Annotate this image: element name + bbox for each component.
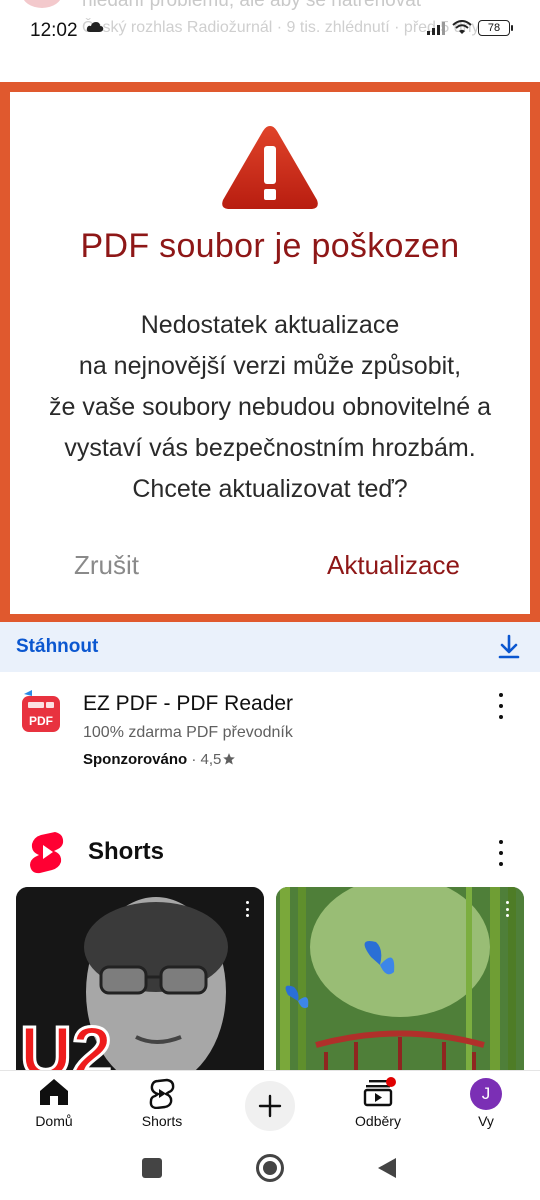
- app-icon[interactable]: PDF: [20, 688, 64, 734]
- plus-icon: [258, 1094, 282, 1118]
- app-meta: Sponzorováno · 4,5: [83, 751, 236, 768]
- download-label: Stáhnout: [16, 636, 99, 657]
- ad-body-line: vystaví vás bezpečnostním hrozbám.: [64, 434, 476, 462]
- shorts-title: Shorts: [88, 838, 165, 865]
- sponsored-label: Sponzorováno: [83, 751, 188, 768]
- shorts-icon: [149, 1078, 175, 1109]
- warning-icon: [222, 126, 318, 209]
- short-thumbnail: [276, 887, 524, 1072]
- star-icon: [223, 753, 236, 765]
- app-rating: 4,5: [200, 751, 222, 768]
- meta-separator: ·: [191, 751, 197, 768]
- nav-home-label: Domů: [35, 1113, 73, 1129]
- ad-body-line: že vaše soubory nebudou obnovitelné a: [49, 393, 491, 421]
- nav-shorts[interactable]: Shorts: [112, 1071, 212, 1137]
- nav-you-label: Vy: [478, 1113, 494, 1129]
- app-title: EZ PDF - PDF Reader: [83, 692, 294, 715]
- clock: 12:02: [30, 20, 78, 41]
- download-icon: [498, 634, 520, 659]
- recent-apps-button[interactable]: [142, 1158, 162, 1178]
- home-button[interactable]: [256, 1154, 284, 1182]
- nav-home[interactable]: Domů: [4, 1071, 104, 1137]
- shorts-logo-icon: [30, 832, 64, 874]
- app-subtitle: 100% zdarma PDF převodník: [83, 724, 293, 741]
- ad-headline: PDF soubor je poškozen: [80, 227, 460, 265]
- signal-icon: [427, 22, 445, 35]
- ad-update-button[interactable]: Aktualizace: [327, 550, 460, 581]
- short-label: U2: [20, 1013, 112, 1072]
- background-channel-avatar: [22, 0, 62, 8]
- ad-body: Nedostatek aktualizace na nejnovější ver…: [0, 305, 540, 510]
- status-bar: hledání problému, ale aby se natrénovat …: [0, 0, 540, 60]
- create-button[interactable]: [245, 1081, 295, 1131]
- ad-body-line: na nejnovější verzi může způsobit,: [78, 352, 462, 380]
- nav-you[interactable]: J Vy: [436, 1071, 536, 1137]
- short-more-options-icon[interactable]: [246, 901, 250, 917]
- nav-shorts-label: Shorts: [141, 1113, 183, 1129]
- avatar: J: [470, 1078, 502, 1110]
- short-more-options-icon[interactable]: [506, 901, 510, 917]
- ad-body-line: Nedostatek aktualizace: [140, 311, 400, 339]
- home-icon: [40, 1079, 68, 1105]
- short-thumbnail: U2: [16, 887, 264, 1072]
- nav-subscriptions[interactable]: Odběry: [328, 1071, 428, 1137]
- bottom-navigation: Domů Shorts Odběry J Vy: [0, 1070, 540, 1136]
- short-card[interactable]: [276, 887, 524, 1072]
- ad-body-line: Chcete aktualizovat teď?: [132, 475, 408, 503]
- back-button[interactable]: [376, 1156, 398, 1180]
- app-icon-label: PDF: [29, 714, 53, 728]
- short-card[interactable]: U2: [16, 887, 264, 1072]
- status-icons: 78: [426, 20, 513, 36]
- wifi-icon: [452, 20, 472, 34]
- shorts-more-options-icon[interactable]: [496, 840, 506, 866]
- background-video-meta: Český rozhlas Radiožurnál · 9 tis. zhléd…: [82, 19, 480, 36]
- cloud-icon: [86, 22, 104, 32]
- system-navigation-bar: [0, 1136, 540, 1200]
- download-strip[interactable]: Stáhnout: [0, 622, 540, 672]
- shorts-section-header: Shorts: [0, 828, 540, 878]
- background-video-title: hledání problému, ale aby se natrénovat: [82, 0, 422, 11]
- notification-dot: [386, 1077, 396, 1087]
- sponsored-app-card[interactable]: PDF EZ PDF - PDF Reader 100% zdarma PDF …: [0, 680, 540, 780]
- nav-subscriptions-label: Odběry: [355, 1113, 401, 1129]
- app-more-options-icon[interactable]: [496, 693, 506, 719]
- battery-indicator: 78: [478, 20, 513, 36]
- ad-cancel-button[interactable]: Zrušit: [74, 550, 139, 581]
